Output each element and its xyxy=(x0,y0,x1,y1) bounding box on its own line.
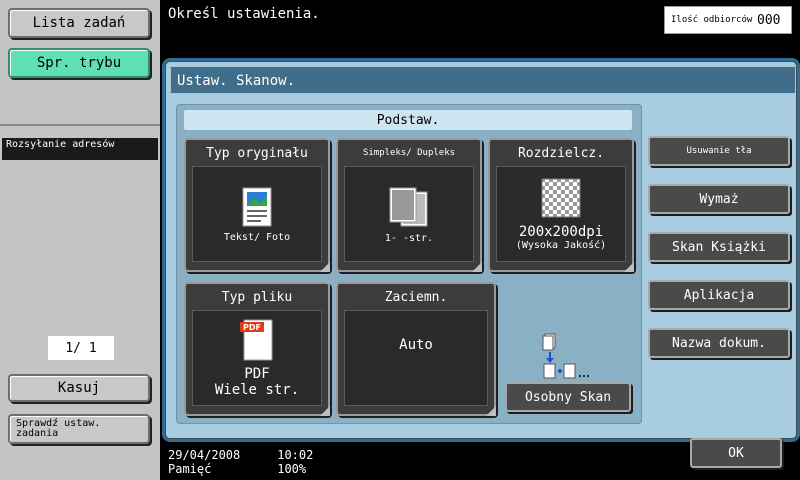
mode-check-button[interactable]: Spr. trybu xyxy=(8,48,150,78)
resolution-icon xyxy=(541,178,581,218)
page-counter: 1/ 1 xyxy=(48,336,114,360)
tile-corner xyxy=(320,406,330,416)
application-label: Aplikacja xyxy=(683,287,755,303)
document-name-label: Nazwa dokum. xyxy=(672,335,766,351)
simplex-duplex-icon xyxy=(389,187,428,226)
application-button[interactable]: Aplikacja xyxy=(648,280,790,310)
simplex-duplex-tile[interactable]: Simpleks/ Dupleks 1- -str. xyxy=(336,138,482,272)
recipients-counter: Ilość odbiorców 000 xyxy=(664,6,792,34)
memory-value: 100% xyxy=(277,462,307,476)
delete-label: Kasuj xyxy=(57,380,101,396)
ok-button[interactable]: OK xyxy=(690,438,782,468)
tile-corner xyxy=(486,406,496,416)
file-type-value: PDF xyxy=(244,366,270,382)
file-type-body: PDF PDF Wiele str. xyxy=(192,310,322,406)
resolution-tile[interactable]: Rozdzielcz. 200x200dpi (Wysoka Jakość) xyxy=(488,138,634,272)
left-divider xyxy=(0,124,160,126)
simplex-duplex-body: 1- -str. xyxy=(344,166,474,262)
address-broadcast-tab[interactable]: Rozsyłanie adresów xyxy=(2,138,158,160)
ok-label: OK xyxy=(728,445,744,461)
original-type-tile[interactable]: Typ oryginału Tekst/ Foto xyxy=(184,138,330,272)
recipients-label: Ilość odbiorców xyxy=(671,15,753,25)
background-removal-label: Usuwanie tła xyxy=(686,145,752,156)
original-type-body: Tekst/ Foto xyxy=(192,166,322,262)
pdf-file-icon-text: PDF xyxy=(243,323,261,332)
original-type-value: Tekst/ Foto xyxy=(223,231,291,243)
separate-scan-button[interactable]: Osobny Skan xyxy=(505,382,631,412)
file-type-tile[interactable]: Typ pliku PDF PDF Wiele str. xyxy=(184,282,330,416)
mode-check-label: Spr. trybu xyxy=(36,55,122,71)
text-photo-icon xyxy=(242,187,272,226)
panel-title: Ustaw. Skanow. xyxy=(170,66,796,94)
status-area: 29/04/2008 10:02 Pamięć 100% xyxy=(168,448,313,476)
check-job-settings-label: Sprawdź ustaw. zadania xyxy=(16,418,101,439)
status-date: 29/04/2008 xyxy=(168,448,241,462)
resolution-body: 200x200dpi (Wysoka Jakość) xyxy=(496,166,626,262)
instruction-message: Określ ustawienia. xyxy=(168,6,320,22)
background-removal-button[interactable]: Usuwanie tła xyxy=(648,136,790,166)
left-panel: Lista zadań Spr. trybu Rozsyłanie adresó… xyxy=(0,0,160,480)
file-type-pages: Wiele str. xyxy=(214,382,300,398)
job-list-button[interactable]: Lista zadań xyxy=(8,8,150,38)
recipients-count: 000 xyxy=(757,12,781,28)
density-value: Auto xyxy=(399,337,433,353)
basic-settings-title: Podstaw. xyxy=(184,110,632,130)
erase-button[interactable]: Wymaż xyxy=(648,184,790,214)
simplex-duplex-title: Simpleks/ Dupleks xyxy=(362,147,456,158)
book-scan-label: Skan Książki xyxy=(672,239,766,255)
tile-corner xyxy=(472,262,482,272)
status-time: 10:02 xyxy=(277,448,314,462)
separate-scan-label: Osobny Skan xyxy=(524,389,612,405)
simplex-duplex-value: 1- -str. xyxy=(384,232,434,244)
density-tile[interactable]: Zaciemn. Auto xyxy=(336,282,496,416)
memory-label: Pamięć xyxy=(168,462,212,476)
tile-corner xyxy=(624,262,634,272)
density-title: Zaciemn. xyxy=(384,289,448,305)
erase-label: Wymaż xyxy=(699,191,739,207)
resolution-title: Rozdzielcz. xyxy=(517,145,605,161)
delete-button[interactable]: Kasuj xyxy=(8,374,150,402)
job-list-label: Lista zadań xyxy=(32,15,126,31)
resolution-quality: (Wysoka Jakość) xyxy=(515,240,607,251)
file-type-title: Typ pliku xyxy=(221,289,293,305)
book-scan-button[interactable]: Skan Książki xyxy=(648,232,790,262)
original-type-title: Typ oryginału xyxy=(206,145,308,161)
separate-scan-icon xyxy=(542,333,589,379)
resolution-value: 200x200dpi xyxy=(518,224,604,240)
pdf-file-icon: PDF xyxy=(240,319,273,361)
tile-corner xyxy=(320,262,330,272)
density-body: Auto xyxy=(344,310,488,406)
document-name-button[interactable]: Nazwa dokum. xyxy=(648,328,790,358)
address-broadcast-label: Rozsyłanie adresów xyxy=(6,139,115,150)
check-job-settings-button[interactable]: Sprawdź ustaw. zadania xyxy=(8,414,150,444)
